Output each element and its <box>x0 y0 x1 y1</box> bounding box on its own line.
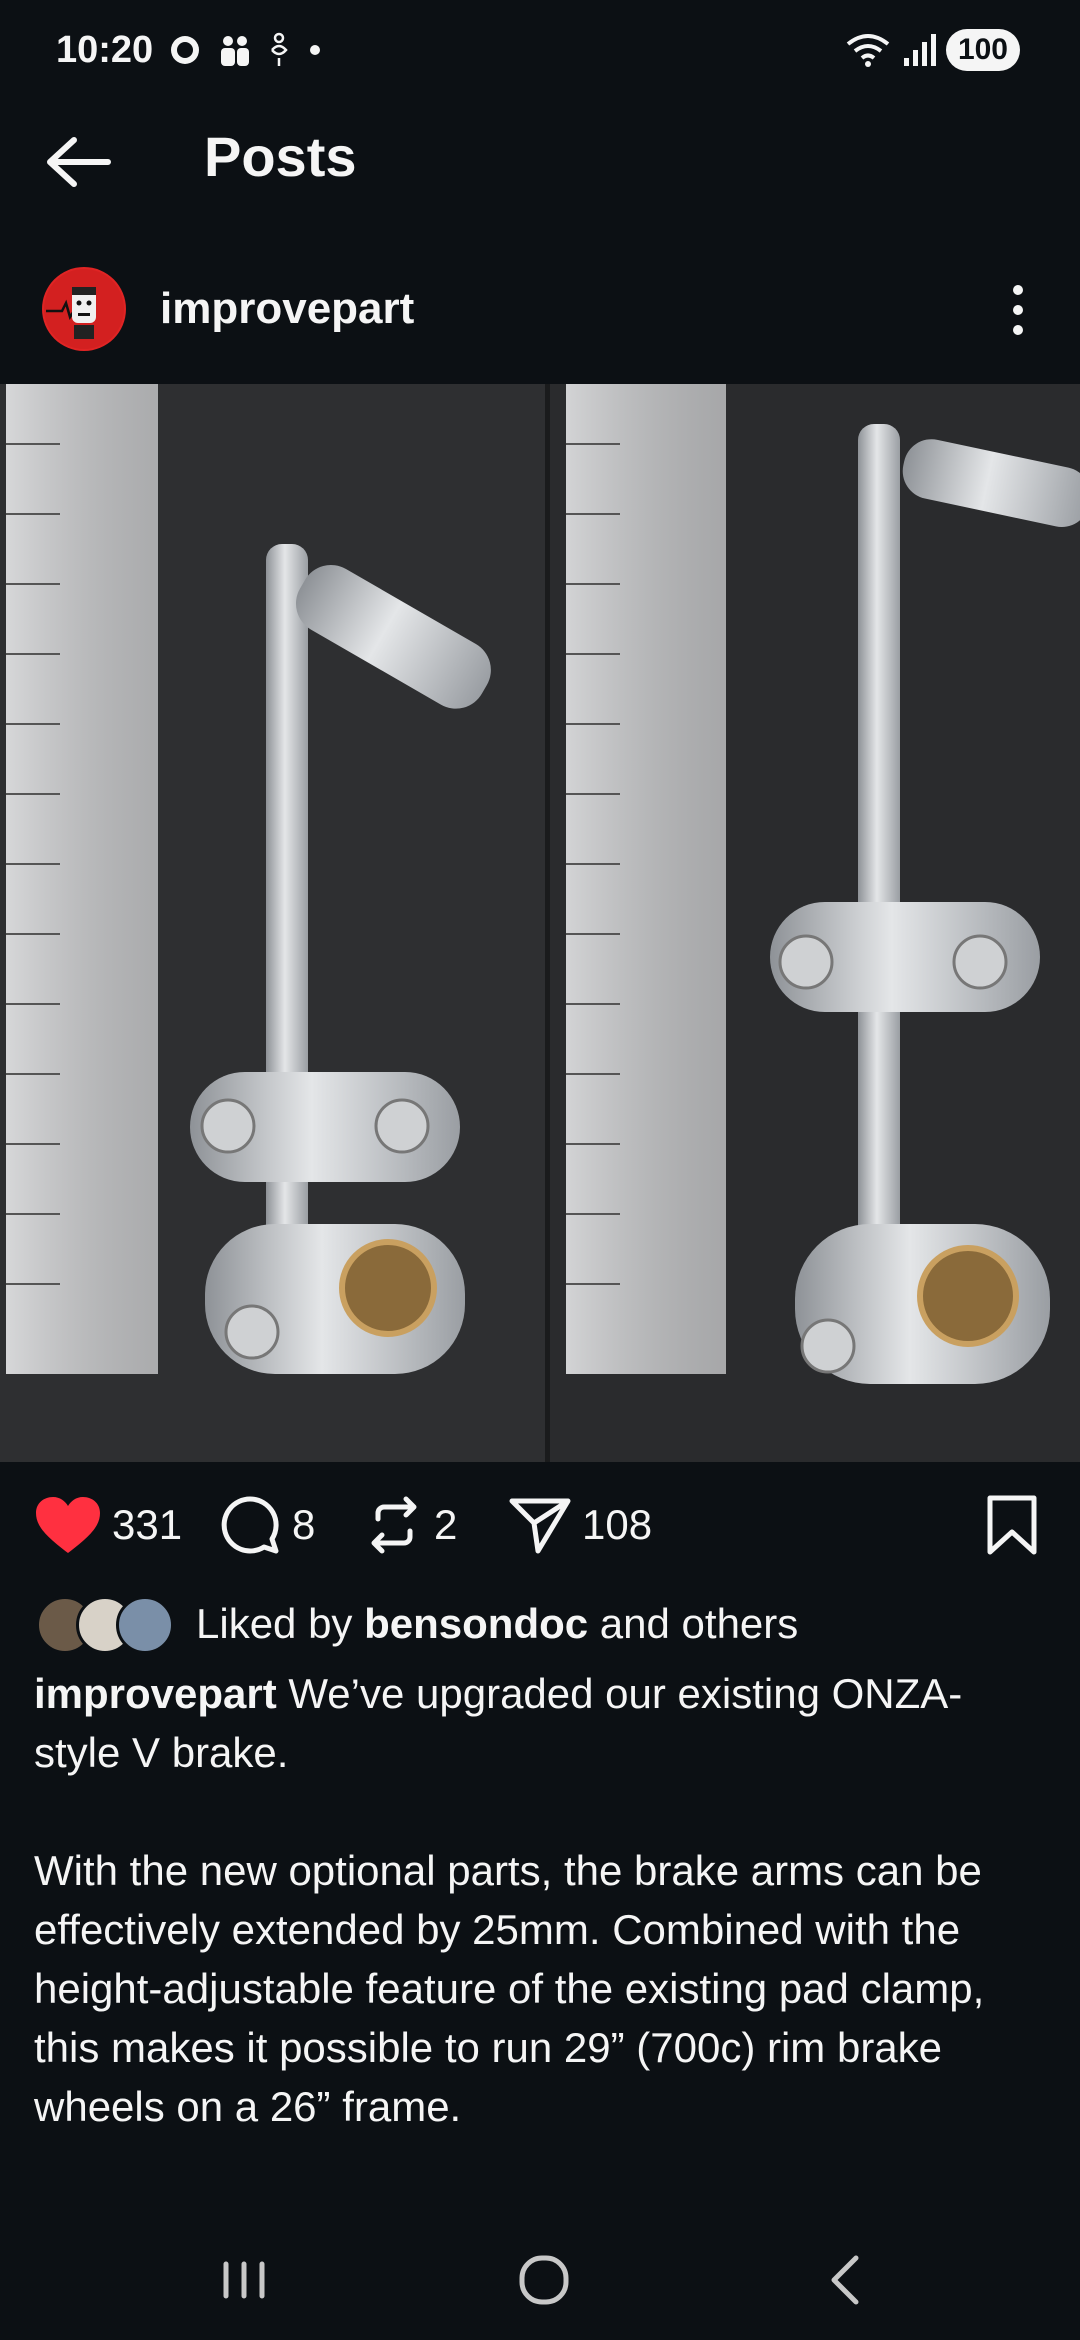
heart-icon <box>36 1497 100 1553</box>
author-username[interactable]: improvepart <box>160 284 414 334</box>
system-nav-bar <box>0 2220 1080 2340</box>
back-nav-icon[interactable] <box>806 2250 886 2310</box>
liked-by-prefix: Liked by <box>196 1600 365 1647</box>
caption-author[interactable]: improvepart <box>34 1670 277 1717</box>
avatar[interactable] <box>42 267 126 351</box>
post-author-row: improvepart <box>0 262 1080 358</box>
avatar-face-icon <box>44 269 124 349</box>
home-icon[interactable] <box>504 2250 584 2310</box>
share-count: 108 <box>582 1501 653 1548</box>
top-app-bar: Posts <box>0 110 1080 210</box>
repost-count: 2 <box>434 1501 458 1548</box>
caption-text: We’ve upgraded our existing ONZA-style V… <box>34 1670 985 2130</box>
avatar <box>116 1596 174 1654</box>
post-actions: 331 8 2 108 <box>0 1490 1080 1560</box>
liked-by-user[interactable]: bensondoc <box>364 1600 588 1648</box>
repost-button[interactable]: 2 <box>364 1490 457 1560</box>
liked-by-row[interactable]: Liked by bensondoc and others <box>36 1594 798 1654</box>
liked-avatars <box>36 1596 174 1654</box>
signal-icon <box>903 34 936 66</box>
share-button[interactable]: 108 <box>508 1490 652 1560</box>
page-title: Posts <box>204 125 357 188</box>
like-count: 331 <box>112 1501 183 1548</box>
repost-icon <box>371 1496 417 1554</box>
wifi-icon <box>846 34 890 67</box>
chat-bubble-icon <box>171 36 200 64</box>
comment-button[interactable]: 8 <box>218 1490 315 1560</box>
people-icon <box>221 36 250 66</box>
share-icon <box>509 1498 571 1554</box>
accessibility-icon <box>271 32 288 66</box>
arrow-left-icon[interactable] <box>44 132 114 192</box>
comment-count: 8 <box>292 1501 316 1548</box>
status-left: 10:20 <box>56 29 325 72</box>
post-image[interactable] <box>0 384 1080 1462</box>
comment-icon <box>221 1496 279 1554</box>
ruler <box>566 384 726 1374</box>
dot-icon <box>310 45 321 55</box>
ruler <box>6 384 158 1374</box>
status-right: 100 <box>844 29 1020 71</box>
bookmark-icon[interactable] <box>984 1494 1040 1556</box>
like-button[interactable]: 331 <box>34 1490 182 1560</box>
clock: 10:20 <box>56 28 154 71</box>
recent-apps-icon[interactable] <box>204 2250 284 2310</box>
battery-indicator: 100 <box>945 29 1020 71</box>
post-caption: improvepart We’ve upgraded our existing … <box>34 1664 1044 2136</box>
liked-by-suffix: and others <box>588 1600 799 1647</box>
status-bar: 10:20 100 <box>0 0 1080 100</box>
more-options-icon[interactable] <box>1000 280 1036 340</box>
